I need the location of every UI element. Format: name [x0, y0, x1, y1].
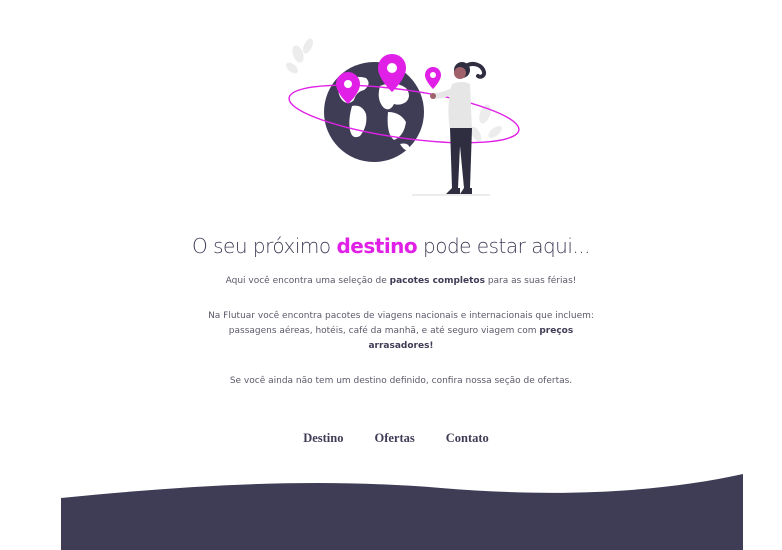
intro-highlight: pacotes completos [389, 276, 485, 286]
intro-text-end: para as suas férias! [484, 276, 577, 286]
headline-suffix: pode estar aqui... [417, 234, 590, 258]
headline-prefix: O seu próximo [192, 234, 337, 258]
details-paragraph: Na Flutuar você encontra pacotes de viag… [200, 309, 602, 354]
nav-link-destino[interactable]: Destino [303, 431, 343, 446]
closing-paragraph: Se você ainda não tem um destino definid… [229, 376, 573, 386]
travel-illustration [286, 38, 520, 196]
footer-nav: Destino Ofertas Contato [0, 431, 782, 446]
nav-link-ofertas[interactable]: Ofertas [374, 431, 414, 446]
intro-paragraph: Aqui você encontra uma seleção de pacote… [200, 274, 602, 289]
intro-text: Aqui você encontra uma seleção de [225, 276, 390, 286]
details-text: Na Flutuar você encontra pacotes de viag… [208, 311, 594, 336]
headline-accent-word: destino [336, 234, 418, 258]
footer-wave [61, 474, 743, 550]
nav-link-contato[interactable]: Contato [446, 431, 489, 446]
page-headline: O seu próximo destino pode estar aqui... [0, 234, 782, 258]
landing-page: O seu próximo destino pode estar aqui...… [0, 0, 782, 550]
